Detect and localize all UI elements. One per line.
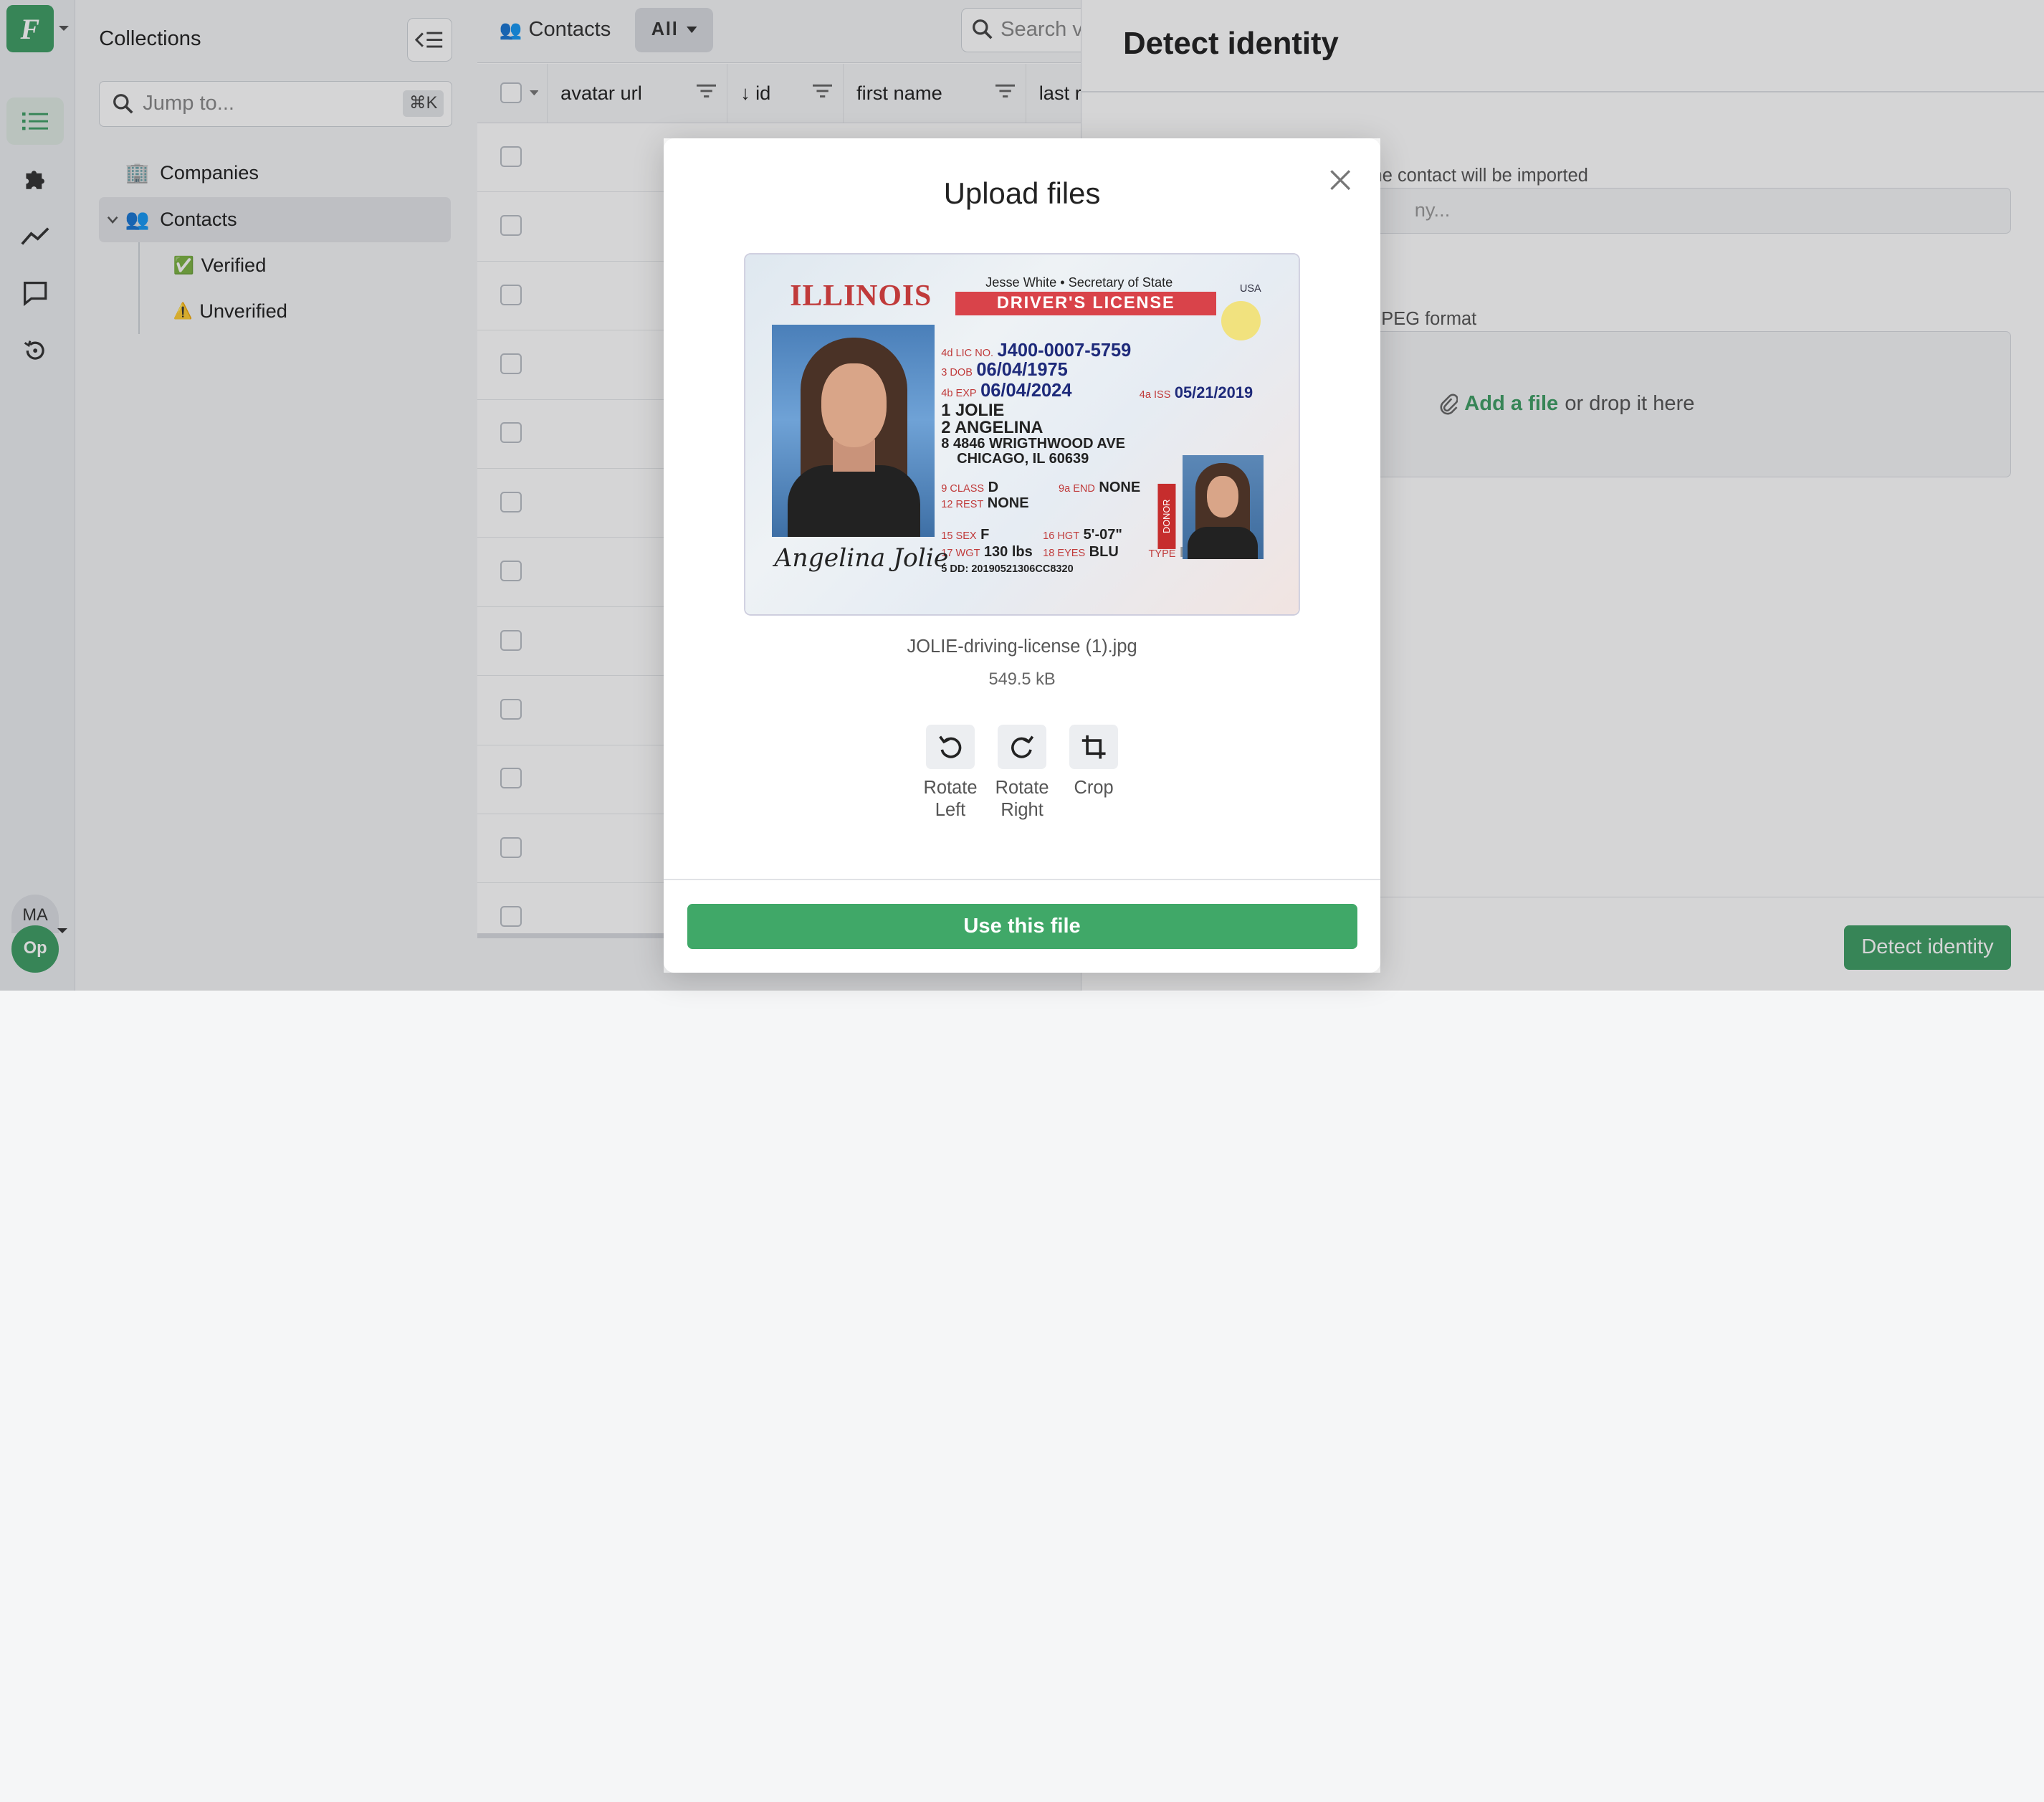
rotate-right-tool[interactable]: Rotate Right <box>983 725 1061 821</box>
donor-badge: DONOR <box>1157 483 1176 549</box>
license-state: ILLINOIS <box>790 280 932 313</box>
dob-field: 3 DOB 06/04/1975 <box>941 360 1068 381</box>
eyes-field: 18 EYES BLU <box>1043 543 1119 560</box>
tool-label: Rotate Right <box>995 778 1049 821</box>
use-this-file-button[interactable]: Use this file <box>687 903 1357 950</box>
height-field: 16 HGT 5'-07" <box>1043 526 1122 543</box>
iss-field: 4a ISS 05/21/2019 <box>1139 383 1253 401</box>
modal-backdrop[interactable] <box>663 972 1381 991</box>
tool-label: Crop <box>1074 778 1114 798</box>
rotate-right-button[interactable] <box>998 725 1046 770</box>
license-banner: DRIVER'S LICENSE <box>955 292 1217 316</box>
sex-field: 15 SEX F <box>941 526 990 543</box>
close-icon[interactable] <box>1327 167 1353 193</box>
license-signature: Angelina Jolie <box>774 543 949 573</box>
license-ghost-photo <box>1182 454 1264 560</box>
tool-label: Rotate Left <box>923 778 978 821</box>
license-photo <box>771 324 935 538</box>
class-field: 9 CLASS D <box>941 480 999 496</box>
rotate-left-button[interactable] <box>926 725 975 770</box>
crop-tool[interactable]: Crop <box>1055 725 1133 799</box>
file-name: JOLIE-driving-license (1).jpg <box>907 636 1137 657</box>
modal-title: Upload files <box>943 176 1101 210</box>
rotate-right-icon <box>1011 735 1034 758</box>
dd-field: 5 DD: 20190521306CC8320 <box>941 563 1074 575</box>
rotate-left-icon <box>939 735 962 758</box>
state-seal-icon <box>1221 301 1261 340</box>
address2-field: CHICAGO, IL 60639 <box>957 451 1089 467</box>
license-number-field: 4d LIC NO. J400-0007-5759 <box>941 340 1132 361</box>
file-size: 549.5 kB <box>988 669 1056 689</box>
weight-field: 17 WGT 130 lbs <box>941 543 1033 560</box>
modal-backdrop[interactable] <box>0 138 664 991</box>
modal-backdrop[interactable] <box>0 0 2044 138</box>
license-country: USA <box>1239 282 1261 295</box>
rest-field: 12 REST NONE <box>941 495 1029 512</box>
crop-button[interactable] <box>1069 725 1118 770</box>
modal-backdrop[interactable] <box>1380 138 2044 991</box>
app-root: F MA Op Collections Jump to... ⌘K 🏢 Comp… <box>0 0 2044 1802</box>
address1-field: 8 4846 WRIGTHWOOD AVE <box>941 435 1126 452</box>
exp-field: 4b EXP 06/04/2024 <box>941 381 1072 401</box>
license-image-preview: ILLINOIS Jesse White • Secretary of Stat… <box>745 254 1299 614</box>
crop-icon <box>1081 735 1106 759</box>
modal-divider <box>663 879 1381 880</box>
end-field: 9a END NONE <box>1059 480 1141 496</box>
upload-files-modal: Upload files ILLINOIS Jesse White • Secr… <box>663 138 1381 973</box>
license-secretary: Jesse White • Secretary of State <box>985 275 1173 290</box>
rotate-left-tool[interactable]: Rotate Left <box>911 725 989 821</box>
